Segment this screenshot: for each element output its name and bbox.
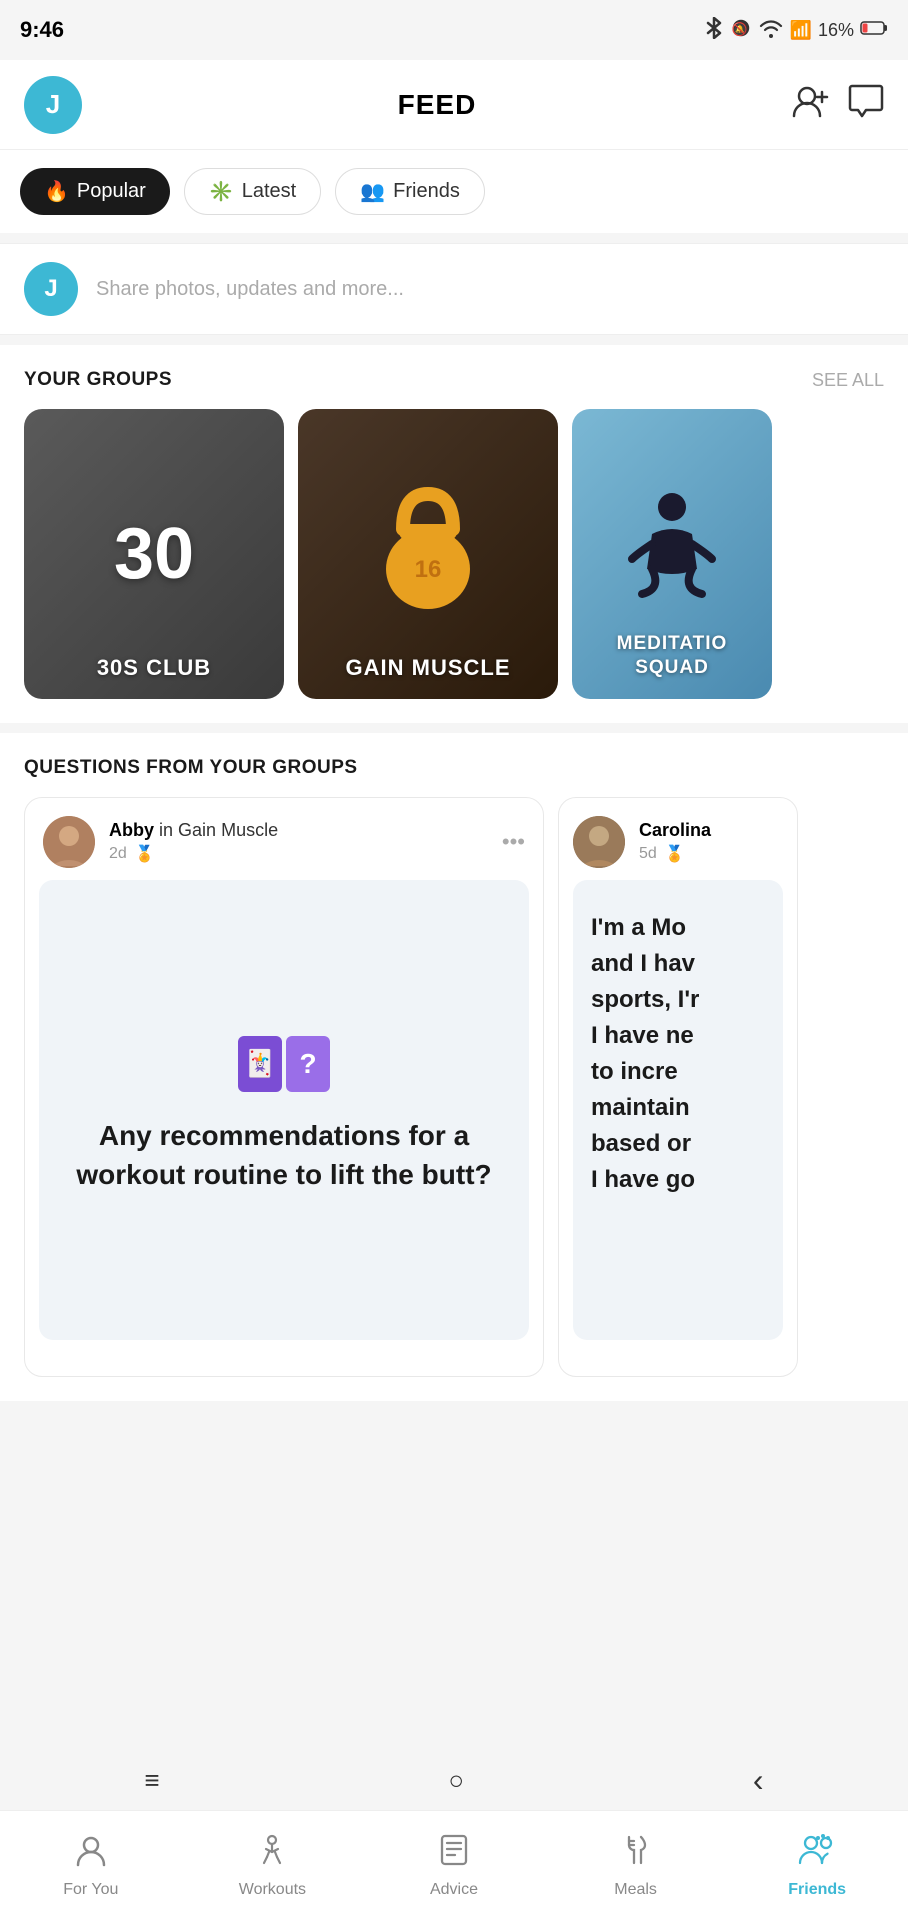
abby-meta: 2d 🏅	[109, 844, 278, 864]
system-nav: ≡ ○ ‹	[0, 1750, 908, 1810]
fire-icon: 🔥	[44, 179, 69, 204]
share-bar[interactable]: J Share photos, updates and more...	[0, 243, 908, 335]
questions-scroll: Abby in Gain Muscle 2d 🏅 ••• �	[0, 797, 908, 1401]
workouts-icon	[255, 1833, 289, 1875]
meals-icon	[619, 1833, 653, 1875]
status-icons: 🔕 📶 16%	[704, 17, 888, 44]
carolina-avatar	[573, 816, 625, 868]
signal-icon: 📶	[790, 20, 812, 41]
abby-question-content: 🃏 ? Any recommendations for a workout ro…	[39, 880, 529, 1340]
advice-label: Advice	[430, 1881, 478, 1899]
nav-item-friends[interactable]: Friends	[726, 1833, 908, 1899]
question-cards-icon: 🃏 ?	[238, 1036, 330, 1092]
page-title: FEED	[398, 89, 477, 121]
group-card-bg: 30 30S CLUB	[24, 409, 284, 699]
share-avatar: J	[24, 262, 78, 316]
for-you-label: For You	[63, 1881, 118, 1899]
for-you-icon	[74, 1833, 108, 1875]
group-card-muscle-label: GAIN MUSCLE	[298, 655, 558, 681]
coach-badge: 🏅	[135, 844, 155, 864]
carolina-meta: 5d 🏅	[639, 844, 711, 864]
battery-percentage: 16%	[818, 20, 854, 41]
abby-group: Gain Muscle	[178, 820, 278, 840]
abby-preposition: in	[159, 820, 173, 840]
bottom-nav: For You Workouts Advice	[0, 1810, 908, 1920]
home-button[interactable]: ○	[448, 1765, 464, 1796]
filter-latest[interactable]: ✳️ Latest	[184, 168, 321, 215]
more-options-button-abby[interactable]: •••	[502, 829, 525, 855]
chat-icon[interactable]	[848, 84, 884, 126]
svg-text:🔕: 🔕	[731, 21, 747, 36]
abby-name: Abby	[109, 820, 154, 840]
nav-item-workouts[interactable]: Workouts	[182, 1833, 364, 1899]
friends-label: Friends	[788, 1881, 846, 1899]
carolina-user-info: Carolina 5d 🏅	[573, 816, 711, 868]
filter-bar: 🔥 Popular ✳️ Latest 👥 Friends	[0, 150, 908, 233]
group-number: 30	[114, 518, 194, 590]
abby-question-text: Any recommendations for a workout routin…	[63, 1116, 505, 1194]
question-card-carolina[interactable]: Carolina 5d 🏅 I'm a Moand I havsports, I…	[558, 797, 798, 1377]
filter-popular[interactable]: 🔥 Popular	[20, 168, 170, 215]
menu-button[interactable]: ≡	[144, 1765, 159, 1796]
groups-header: YOUR GROUPS SEE ALL	[0, 369, 908, 409]
group-card-meditation-label: MEDITATIOSQUAD	[572, 632, 772, 681]
add-friend-icon[interactable]	[792, 84, 830, 126]
carolina-name-line: Carolina	[639, 820, 711, 841]
groups-section: YOUR GROUPS SEE ALL 30 30S CLUB	[0, 345, 908, 723]
abby-name-group: Abby in Gain Muscle 2d 🏅	[109, 820, 278, 864]
user-avatar-header[interactable]: J	[24, 76, 82, 134]
abby-name-line: Abby in Gain Muscle	[109, 820, 278, 841]
carolina-name: Carolina	[639, 820, 711, 840]
groups-scroll: 30 30S CLUB 16	[0, 409, 908, 699]
abby-time: 2d	[109, 845, 127, 863]
questions-header: QUESTIONS FROM YOUR GROUPS	[0, 757, 908, 797]
question-card-header-carolina: Carolina 5d 🏅	[559, 798, 797, 880]
friends-nav-icon	[798, 1833, 836, 1875]
abby-avatar	[43, 816, 95, 868]
header-actions	[792, 84, 884, 126]
back-button[interactable]: ‹	[753, 1762, 764, 1799]
group-card-meditation-bg: MEDITATIOSQUAD	[572, 409, 772, 699]
filter-friends[interactable]: 👥 Friends	[335, 168, 485, 215]
share-input[interactable]: Share photos, updates and more...	[96, 278, 404, 301]
group-card-gain-muscle[interactable]: 16 GAIN MUSCLE	[298, 409, 558, 699]
carolina-partial-content: I'm a Moand I havsports, I'rI have neto …	[573, 880, 783, 1340]
carolina-badge: 🏅	[665, 844, 685, 864]
group-card-meditation[interactable]: MEDITATIOSQUAD	[572, 409, 772, 699]
nav-item-advice[interactable]: Advice	[363, 1833, 545, 1899]
groups-title: YOUR GROUPS	[24, 369, 172, 391]
group-card-30s-club[interactable]: 30 30S CLUB	[24, 409, 284, 699]
question-icon: 🃏 ?	[238, 1036, 330, 1092]
wifi-icon	[758, 18, 784, 43]
nav-item-for-you[interactable]: For You	[0, 1833, 182, 1899]
sparkle-icon: ✳️	[209, 179, 234, 204]
workouts-label: Workouts	[239, 1881, 306, 1899]
meditation-visual	[622, 489, 722, 619]
svg-text:16: 16	[415, 556, 442, 583]
mute-icon: 🔕	[730, 17, 752, 44]
question-card-header-abby: Abby in Gain Muscle 2d 🏅 •••	[25, 798, 543, 880]
group-card-label: 30S CLUB	[24, 655, 284, 681]
group-card-muscle-bg: 16 GAIN MUSCLE	[298, 409, 558, 699]
nav-item-meals[interactable]: Meals	[545, 1833, 727, 1899]
abby-user-info: Abby in Gain Muscle 2d 🏅	[43, 816, 278, 868]
meals-label: Meals	[614, 1881, 657, 1899]
status-bar: 9:46 🔕 📶 16%	[0, 0, 908, 60]
carolina-partial-text: I'm a Moand I havsports, I'rI have neto …	[591, 910, 765, 1198]
battery-icon	[860, 20, 888, 41]
bluetooth-icon	[704, 17, 724, 44]
question-card-abby[interactable]: Abby in Gain Muscle 2d 🏅 ••• �	[24, 797, 544, 1377]
carolina-name-group: Carolina 5d 🏅	[639, 820, 711, 864]
header: J FEED	[0, 60, 908, 150]
see-all-button[interactable]: SEE ALL	[812, 370, 884, 391]
card-question: ?	[286, 1036, 330, 1092]
friends-pill-icon: 👥	[360, 179, 385, 204]
status-time: 9:46	[20, 17, 64, 43]
questions-section: QUESTIONS FROM YOUR GROUPS	[0, 733, 908, 1401]
carolina-time: 5d	[639, 845, 657, 863]
questions-title: QUESTIONS FROM YOUR GROUPS	[24, 757, 358, 778]
advice-icon	[437, 1833, 471, 1875]
card-purple: 🃏	[238, 1036, 282, 1092]
